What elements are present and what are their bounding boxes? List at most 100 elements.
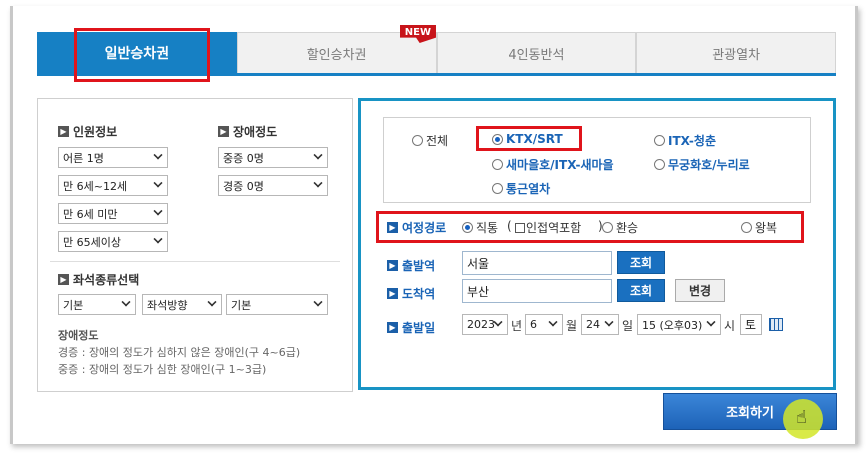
- label-text: 출발역: [402, 259, 436, 273]
- chevron-down-icon: [207, 297, 217, 307]
- radio-icon: [462, 222, 473, 233]
- adult-select[interactable]: 어른 1명: [58, 147, 168, 168]
- child-select[interactable]: 만 6세~12세: [58, 175, 168, 196]
- select-value: 기본: [231, 298, 252, 312]
- departure-search-button[interactable]: 조회: [617, 251, 665, 274]
- chevron-down-icon: [313, 297, 323, 307]
- chevron-down-icon: [604, 317, 614, 327]
- page: 일반승차권 할인승차권 NEW 4인동반석 관광열차 ▶ 인원정보 ▶ 장애정도 어…: [13, 6, 855, 444]
- radio-label: 무궁화호/누리로: [668, 158, 750, 172]
- radio-icon: [492, 183, 503, 194]
- select-value: 어른 1명: [63, 151, 104, 165]
- radio-saemaeul[interactable]: 새마을호/ITX-새마을: [492, 156, 614, 173]
- tab-general-ticket[interactable]: 일반승차권: [37, 28, 237, 82]
- seat-type-select[interactable]: 기본: [58, 294, 136, 315]
- square-arrow-icon: ▶: [58, 126, 69, 137]
- reservation-frame: 일반승차권 할인승차권 NEW 4인동반석 관광열차 ▶ 인원정보 ▶ 장애정도 어…: [10, 6, 858, 444]
- tab-label: 할인승차권: [306, 47, 367, 63]
- weekday-value: 토: [745, 318, 757, 332]
- tab-label: 관광열차: [712, 47, 761, 63]
- section-label: 좌석종류선택: [73, 273, 140, 287]
- select-value: 좌석방향: [147, 298, 188, 312]
- select-value: 경증 0명: [223, 179, 264, 193]
- input-value: 부산: [467, 284, 490, 299]
- swap-stations-button[interactable]: 변경: [675, 279, 725, 302]
- chevron-down-icon: [706, 317, 716, 327]
- checkbox-label: 인접역포함: [526, 221, 582, 235]
- chevron-down-icon: [313, 178, 323, 188]
- date-label: ▶ 출발일: [387, 319, 435, 336]
- cursor-highlight: ☝: [783, 399, 823, 439]
- radio-icon: [741, 222, 752, 233]
- checkbox-icon: [515, 222, 525, 233]
- tab-label: 4인동반석: [508, 47, 565, 63]
- tab-label: 일반승차권: [104, 46, 170, 62]
- seat-detail-select[interactable]: 기본: [226, 294, 328, 315]
- radio-label: 직통: [476, 221, 499, 235]
- radio-label: ITX-청춘: [668, 134, 716, 148]
- square-arrow-icon: ▶: [218, 126, 229, 137]
- radio-label: 왕복: [755, 221, 778, 235]
- radio-icon: [654, 135, 665, 146]
- chevron-down-icon: [153, 234, 163, 244]
- radio-icon: [654, 159, 665, 170]
- divider: [50, 261, 340, 262]
- label-text: 여정경로: [402, 221, 447, 235]
- calendar-icon[interactable]: [769, 318, 783, 331]
- radio-label: 전체: [426, 134, 449, 148]
- tab-tour-train[interactable]: 관광열차: [636, 32, 836, 73]
- arrival-label: ▶ 도착역: [387, 285, 435, 302]
- tab-discount-ticket[interactable]: 할인승차권 NEW: [236, 25, 437, 73]
- hand-pointer-icon: ☝: [796, 407, 807, 428]
- square-arrow-icon: ▶: [387, 288, 398, 299]
- select-value: 만 65세이상: [63, 235, 121, 249]
- radio-icon: [492, 159, 503, 170]
- radio-mugunghwa[interactable]: 무궁화호/누리로: [654, 156, 750, 173]
- label-text: 출발일: [402, 321, 436, 335]
- radio-label: 새마을호/ITX-새마을: [506, 158, 614, 172]
- mild-disability-select[interactable]: 경증 0명: [218, 175, 328, 196]
- chevron-down-icon: [153, 178, 163, 188]
- radio-transfer[interactable]: 환승: [602, 219, 638, 236]
- year-unit: 년: [511, 319, 523, 333]
- disability-note-severe: 중증 : 장애의 정도가 심한 장애인(구 1~3급): [58, 363, 267, 376]
- hour-select[interactable]: 15 (오후03): [637, 314, 721, 335]
- day-unit: 일: [622, 319, 634, 333]
- passenger-title: ▶ 인원정보: [58, 123, 117, 140]
- radio-all-trains[interactable]: 전체: [412, 132, 448, 149]
- radio-commuter[interactable]: 통근열차: [492, 180, 550, 197]
- year-select[interactable]: 2023: [462, 314, 508, 335]
- month-unit: 월: [566, 319, 578, 333]
- label-text: 도착역: [402, 287, 436, 301]
- chevron-down-icon: [313, 150, 323, 160]
- radio-round-trip[interactable]: 왕복: [741, 219, 777, 236]
- include-connecting-checkbox[interactable]: 인접역포함: [514, 219, 581, 236]
- month-select[interactable]: 6: [525, 314, 563, 335]
- departure-input[interactable]: 서울: [462, 251, 612, 275]
- square-arrow-icon: ▶: [387, 222, 398, 233]
- ticket-tabs: 일반승차권 할인승차권 NEW 4인동반석 관광열차: [37, 25, 836, 82]
- input-value: 서울: [467, 256, 490, 271]
- severe-disability-select[interactable]: 중증 0명: [218, 147, 328, 168]
- chevron-down-icon: [121, 297, 131, 307]
- select-value: 만 6세~12세: [63, 179, 128, 193]
- arrival-search-button[interactable]: 조회: [617, 279, 665, 302]
- disability-note-title: 장애정도: [58, 329, 99, 342]
- infant-select[interactable]: 만 6세 미만: [58, 203, 168, 224]
- senior-select[interactable]: 만 65세이상: [58, 231, 168, 252]
- radio-direct[interactable]: 직통: [462, 219, 498, 236]
- route-label: ▶ 여정경로: [387, 219, 446, 236]
- route-panel: 전체 KTX/SRT ITX-청춘 새마을호/ITX-새마을 무궁화호/누리로 …: [358, 98, 836, 390]
- seat-direction-select[interactable]: 좌석방향: [142, 294, 222, 315]
- square-arrow-icon: ▶: [387, 260, 398, 271]
- arrival-input[interactable]: 부산: [462, 279, 612, 303]
- section-label: 인원정보: [73, 125, 118, 139]
- passenger-panel: ▶ 인원정보 ▶ 장애정도 어른 1명 만 6세~12세 만 6세 미만 만 65세…: [37, 98, 353, 392]
- ktx-highlight-box: [476, 126, 582, 151]
- section-label: 장애정도: [233, 125, 278, 139]
- day-select[interactable]: 24: [581, 314, 619, 335]
- radio-itx-cheongchun[interactable]: ITX-청춘: [654, 132, 716, 149]
- tab-four-person-seat[interactable]: 4인동반석: [436, 32, 637, 73]
- chevron-down-icon: [548, 317, 558, 327]
- hour-unit: 시: [724, 319, 736, 333]
